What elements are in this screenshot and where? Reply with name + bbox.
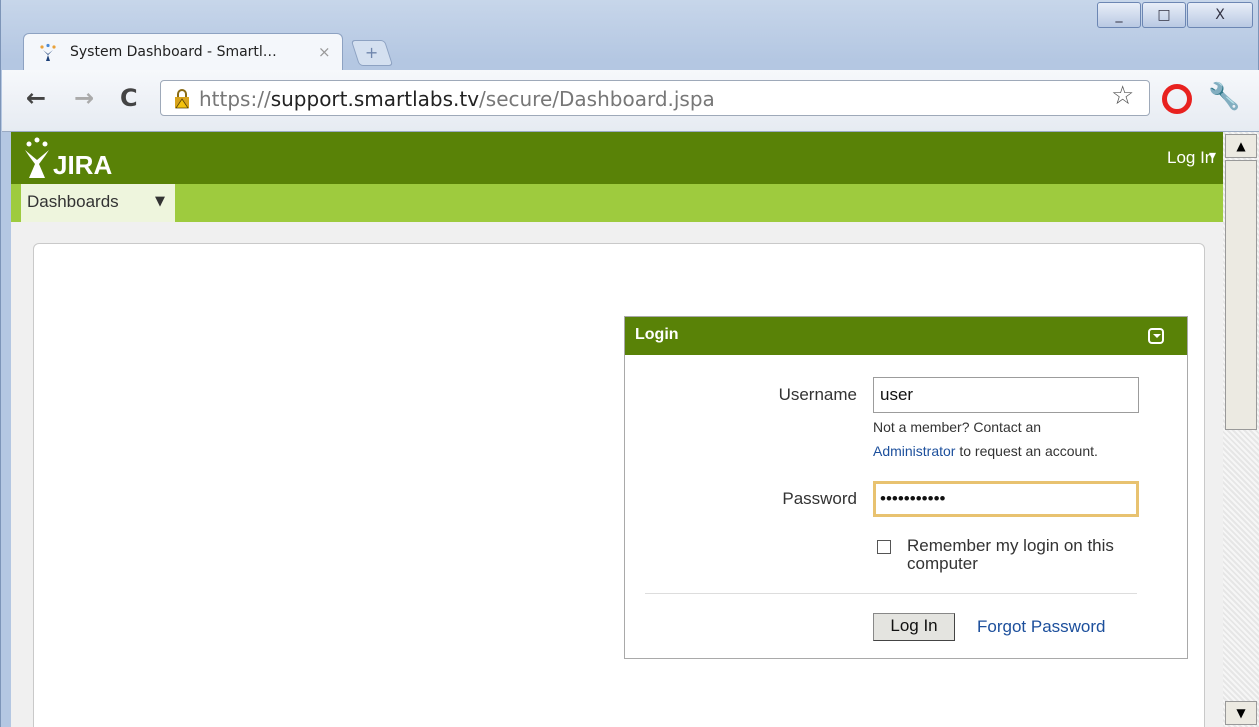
dashboards-label: Dashboards — [27, 192, 119, 211]
administrator-link[interactable]: Administrator — [873, 443, 955, 459]
opera-extension-icon[interactable] — [1162, 84, 1192, 114]
forward-arrow-icon[interactable]: → — [74, 84, 94, 112]
request-hint: Administrator to request an account. — [873, 443, 1098, 459]
window-controls: _ □ X — [1097, 2, 1254, 28]
back-arrow-icon[interactable]: ← — [26, 84, 46, 112]
browser-window: System Dashboard - Smartl… × + _ □ X ← →… — [0, 0, 1259, 727]
jira-header: JIRA Log In ▾ — [11, 132, 1223, 184]
login-gadget-header: Login — [625, 317, 1187, 355]
nav-bar: Dashboards ▼ — [11, 184, 1223, 222]
login-gadget: Login Username user Not a member? Contac… — [624, 316, 1188, 659]
forgot-password-link[interactable]: Forgot Password — [977, 617, 1106, 637]
password-field[interactable]: ••••••••••• — [873, 481, 1139, 517]
lock-warning-icon — [175, 89, 189, 109]
jira-logo[interactable]: JIRA — [19, 134, 139, 182]
divider — [645, 593, 1137, 594]
address-bar[interactable]: https://support.smartlabs.tv/secure/Dash… — [160, 80, 1150, 116]
browser-tab[interactable]: System Dashboard - Smartl… × — [23, 33, 343, 70]
reload-icon[interactable]: C — [120, 84, 138, 112]
remember-checkbox[interactable] — [877, 540, 891, 554]
bookmark-star-icon[interactable]: ☆ — [1111, 83, 1134, 109]
svg-text:JIRA: JIRA — [53, 150, 112, 180]
jira-favicon-icon — [40, 43, 56, 61]
login-title: Login — [635, 326, 679, 343]
scroll-up-icon[interactable]: ▲ — [1225, 134, 1257, 158]
tab-close-icon[interactable]: × — [318, 43, 331, 61]
url-text: https://support.smartlabs.tv/secure/Dash… — [199, 87, 715, 111]
login-button[interactable]: Log In — [873, 613, 955, 641]
tab-title: System Dashboard - Smartl… — [70, 44, 277, 60]
page-viewport: JIRA Log In ▾ Dashboards ▼ Login Usernam… — [11, 132, 1223, 727]
username-label: Username — [778, 385, 857, 404]
plus-icon: + — [364, 43, 379, 62]
minimize-button[interactable]: _ — [1097, 2, 1141, 28]
browser-toolbar: ← → C https://support.smartlabs.tv/secur… — [2, 70, 1259, 132]
username-field[interactable]: user — [873, 377, 1139, 413]
chevron-down-icon[interactable]: ▼ — [155, 194, 165, 209]
scroll-thumb[interactable] — [1225, 160, 1257, 430]
chevron-down-icon[interactable]: ▾ — [1209, 148, 1216, 164]
header-login-link[interactable]: Log In — [1167, 148, 1214, 168]
maximize-button[interactable]: □ — [1142, 2, 1186, 28]
new-tab-button[interactable]: + — [350, 40, 394, 66]
close-window-button[interactable]: X — [1187, 2, 1253, 28]
remember-label[interactable]: Remember my login on this computer — [907, 537, 1177, 573]
gadget-menu-icon[interactable] — [1148, 328, 1164, 344]
wrench-icon[interactable]: 🔧 — [1208, 82, 1240, 112]
nav-dashboards[interactable]: Dashboards ▼ — [21, 184, 175, 222]
password-label: Password — [782, 489, 857, 508]
member-hint: Not a member? Contact an — [873, 419, 1042, 435]
scroll-down-icon[interactable]: ▼ — [1225, 701, 1257, 725]
vertical-scrollbar[interactable]: ▲ ▼ — [1223, 132, 1259, 727]
